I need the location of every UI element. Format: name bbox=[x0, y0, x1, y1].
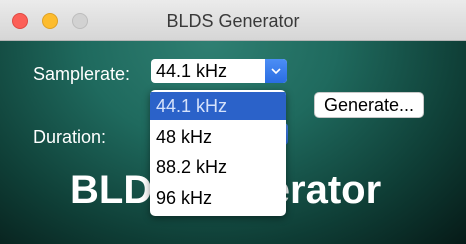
samplerate-dropdown-menu: 44.1 kHz 48 kHz 88.2 kHz 96 kHz bbox=[150, 90, 286, 216]
samplerate-select[interactable]: 44.1 kHz bbox=[151, 59, 287, 83]
samplerate-option[interactable]: 96 kHz bbox=[150, 184, 286, 212]
generate-button[interactable]: Generate... bbox=[314, 92, 424, 118]
samplerate-option[interactable]: 44.1 kHz bbox=[150, 92, 286, 120]
window-title: BLDS Generator bbox=[166, 11, 300, 31]
samplerate-label: Samplerate: bbox=[33, 64, 131, 84]
samplerate-option[interactable]: 48 kHz bbox=[150, 123, 286, 151]
samplerate-selected-value: 44.1 kHz bbox=[156, 61, 228, 81]
duration-label: Duration: bbox=[33, 127, 107, 147]
samplerate-option[interactable]: 88.2 kHz bbox=[150, 153, 286, 181]
chevron-down-icon[interactable] bbox=[265, 59, 287, 83]
title-bar[interactable]: BLDS Generator bbox=[0, 0, 466, 41]
main-content: Samplerate: 44.1 kHz Duration: Generate.… bbox=[0, 41, 466, 244]
app-window: BLDS Generator Samplerate: 44.1 kHz Dura… bbox=[0, 0, 466, 244]
